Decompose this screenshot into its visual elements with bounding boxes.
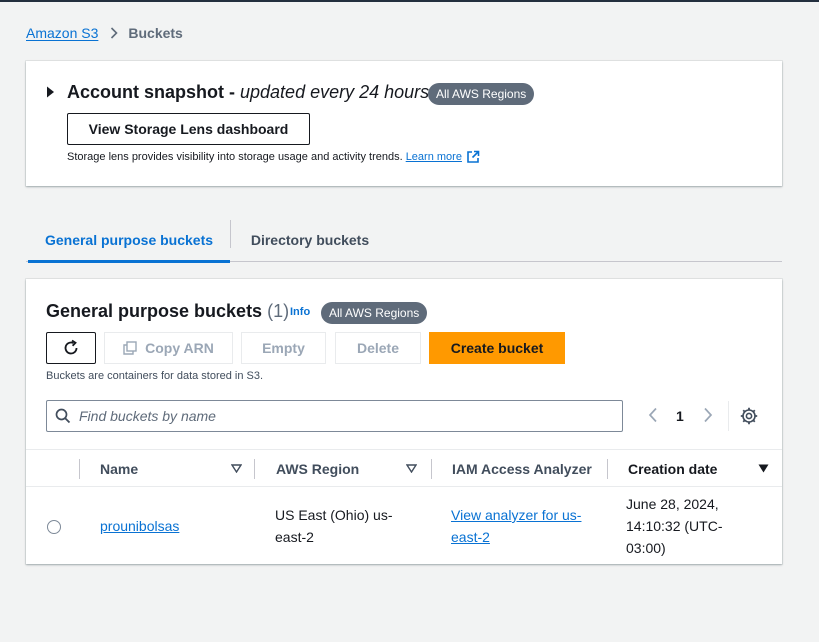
table-row: prounibolsas US East (Ohio) us-east-2 Vi… bbox=[26, 487, 782, 564]
buckets-title-text: General purpose buckets bbox=[46, 301, 263, 321]
search-input[interactable] bbox=[79, 408, 599, 424]
general-purpose-buckets-panel: General purpose buckets (1) Info All AWS… bbox=[26, 279, 782, 564]
bucket-region: US East (Ohio) us-east-2 bbox=[275, 507, 393, 545]
column-header-creation-date[interactable]: Creation date bbox=[628, 450, 717, 487]
breadcrumb-amazon-s3[interactable]: Amazon S3 bbox=[26, 25, 98, 41]
account-snapshot-panel: Account snapshot - updated every 24 hour… bbox=[26, 61, 782, 186]
tab-general-purpose-buckets[interactable]: General purpose buckets bbox=[28, 218, 230, 263]
external-link-icon[interactable] bbox=[466, 150, 480, 164]
gear-icon[interactable] bbox=[740, 407, 758, 425]
chevron-right-icon bbox=[110, 27, 119, 39]
view-storage-lens-button[interactable]: View Storage Lens dashboard bbox=[67, 113, 310, 145]
storage-lens-text: Storage lens provides visibility into st… bbox=[67, 151, 403, 163]
sort-icon[interactable] bbox=[406, 464, 417, 473]
view-analyzer-link[interactable]: View analyzer for us-east-2 bbox=[451, 504, 596, 548]
info-link[interactable]: Info bbox=[290, 306, 310, 318]
top-border bbox=[0, 0, 819, 2]
refresh-button[interactable] bbox=[46, 332, 96, 364]
buckets-count: (1) bbox=[267, 301, 290, 321]
sort-descending-icon[interactable] bbox=[758, 464, 769, 473]
bucket-name-link[interactable]: prounibolsas bbox=[100, 515, 179, 537]
column-separator bbox=[79, 459, 80, 479]
next-page-icon[interactable] bbox=[703, 407, 713, 423]
column-header-iam-access-analyzer: IAM Access Analyzer bbox=[452, 460, 592, 477]
find-buckets-search[interactable] bbox=[46, 400, 623, 432]
breadcrumb: Amazon S3 Buckets bbox=[26, 24, 183, 42]
previous-page-icon[interactable] bbox=[648, 407, 658, 423]
pager-divider bbox=[728, 401, 729, 431]
column-header-name[interactable]: Name bbox=[100, 450, 138, 487]
refresh-icon bbox=[62, 339, 80, 357]
column-separator bbox=[431, 459, 432, 479]
table-header: Name AWS Region IAM Access Analyzer Crea… bbox=[26, 449, 782, 487]
bucket-type-tabs: General purpose buckets Directory bucket… bbox=[26, 218, 782, 263]
column-separator bbox=[254, 459, 255, 479]
delete-button[interactable]: Delete bbox=[335, 332, 421, 364]
regions-badge: All AWS Regions bbox=[321, 302, 428, 324]
create-bucket-button[interactable]: Create bucket bbox=[429, 332, 565, 364]
buckets-description: Buckets are containers for data stored i… bbox=[46, 370, 264, 382]
column-separator bbox=[607, 459, 608, 479]
storage-lens-description: Storage lens provides visibility into st… bbox=[67, 150, 480, 164]
snapshot-title-text: Account snapshot - bbox=[67, 82, 241, 102]
breadcrumb-buckets: Buckets bbox=[128, 25, 183, 41]
copy-icon bbox=[123, 341, 137, 355]
caret-right-icon[interactable] bbox=[46, 85, 55, 103]
page-number[interactable]: 1 bbox=[676, 408, 684, 424]
column-header-region[interactable]: AWS Region bbox=[276, 450, 359, 487]
copy-arn-button[interactable]: Copy ARN bbox=[104, 332, 233, 364]
learn-more-link[interactable]: Learn more bbox=[406, 151, 462, 163]
row-select-radio[interactable] bbox=[47, 520, 61, 534]
sort-icon[interactable] bbox=[231, 464, 242, 473]
account-snapshot-title[interactable]: Account snapshot - updated every 24 hour… bbox=[67, 82, 429, 103]
snapshot-title-subtext: updated every 24 hours bbox=[240, 82, 430, 102]
regions-badge: All AWS Regions bbox=[428, 83, 535, 105]
buckets-title: General purpose buckets (1) bbox=[46, 301, 289, 322]
bucket-creation-date: June 28, 2024, 14:10:32 (UTC-03:00) bbox=[626, 496, 723, 556]
search-icon bbox=[55, 408, 71, 424]
tab-directory-buckets[interactable]: Directory buckets bbox=[231, 218, 389, 261]
copy-arn-label: Copy ARN bbox=[145, 340, 214, 356]
empty-button[interactable]: Empty bbox=[241, 332, 326, 364]
